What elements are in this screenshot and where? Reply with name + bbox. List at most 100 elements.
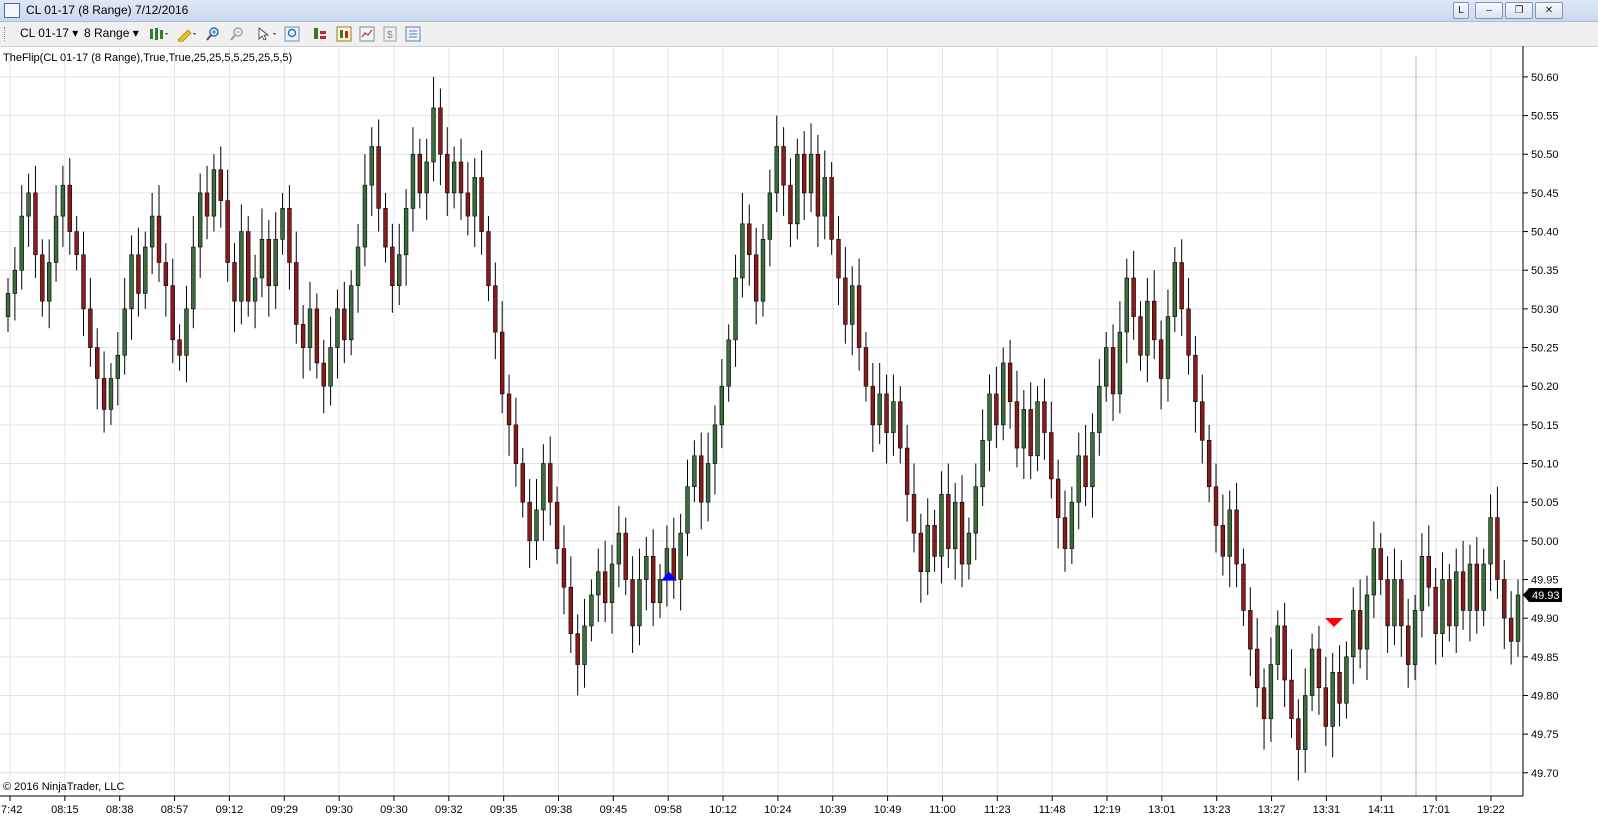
properties-icon[interactable] [405, 26, 421, 42]
candle [26, 173, 31, 248]
y-tick-label: 50.35 [1531, 265, 1559, 277]
candle-body-down [342, 308, 347, 341]
candle [637, 548, 642, 646]
candle-body-down [561, 548, 567, 588]
close-button[interactable]: ✕ [1535, 2, 1563, 19]
chart-style-icon[interactable] [148, 26, 168, 42]
candle [987, 374, 992, 472]
candle-body-up [472, 177, 477, 217]
candle-body-down [1399, 579, 1404, 627]
order-entry-icon[interactable] [312, 26, 328, 42]
candle-body-up [115, 354, 121, 379]
candle-body-up [12, 269, 18, 294]
price-chart[interactable]: 50.60 50.55 50.50 50.45 50.40 50.35 50.30 50.25… [0, 46, 1598, 832]
candle [355, 223, 361, 313]
link-button[interactable]: L [1453, 2, 1469, 19]
candle-body-up [211, 169, 217, 217]
candle-body-down [300, 324, 306, 348]
period-label: 8 Range [84, 26, 130, 40]
candle [726, 324, 731, 402]
candle [753, 227, 759, 325]
candle-body-up [925, 525, 930, 573]
y-tick-label: 50.55 [1531, 111, 1559, 123]
candle-body-up [1481, 563, 1486, 611]
x-tick-label: 09:29 [270, 804, 298, 816]
candle-body-up [53, 215, 59, 263]
candle-body-down [95, 347, 100, 379]
x-tick-label: 10:49 [874, 804, 902, 816]
candle-body-down [1213, 486, 1219, 526]
candle [527, 478, 532, 568]
magnifier-icon[interactable] [284, 26, 300, 42]
candle-body-up [952, 501, 958, 549]
candle-body-up [637, 579, 642, 627]
pointer-icon[interactable] [256, 26, 276, 42]
candle-body-down [1426, 556, 1431, 588]
candle [177, 324, 182, 371]
drawing-pencil-icon[interactable] [176, 26, 196, 44]
zoom-out-icon[interactable] [229, 26, 245, 42]
candle-body-up [1001, 362, 1006, 426]
candle-body-up [149, 215, 155, 248]
candle [417, 138, 423, 209]
candle-body-up [726, 339, 731, 387]
chart-window-icon [4, 3, 20, 18]
indicators-icon[interactable] [359, 26, 375, 42]
y-tick-label: 50.60 [1531, 72, 1559, 84]
candle [273, 212, 278, 309]
candle-body-up [369, 146, 374, 186]
candle [1467, 544, 1473, 642]
candle [211, 154, 217, 232]
candle [1399, 560, 1404, 657]
candle [1268, 637, 1274, 742]
candle [1275, 610, 1280, 681]
candle [369, 127, 374, 217]
candle-body-down [815, 153, 821, 217]
x-tick-label: 11:00 [929, 804, 956, 816]
candle [582, 598, 587, 688]
candle-body-down [870, 385, 876, 426]
candle [589, 579, 594, 642]
candle-body-up [424, 161, 429, 194]
zoom-in-icon[interactable] [205, 26, 221, 42]
x-tick-label: 13:23 [1203, 804, 1231, 816]
candle-body-up [431, 107, 436, 163]
instrument-selector[interactable]: CL 01-17 ▾ [20, 26, 78, 40]
y-tick-label: 50.30 [1531, 304, 1559, 316]
candle-body-up [692, 455, 697, 488]
x-tick-label: 11:23 [984, 804, 1011, 816]
minimize-button[interactable]: – [1475, 2, 1503, 19]
candle-body-down [1007, 362, 1013, 402]
candle [5, 277, 11, 333]
y-tick-label: 49.95 [1531, 575, 1559, 587]
candle-body-up [259, 238, 265, 279]
candle-body-down [1028, 409, 1033, 457]
candle [1323, 656, 1329, 746]
candle [424, 138, 429, 220]
candle-body-down [898, 401, 903, 449]
candle [383, 192, 388, 263]
candle [781, 127, 786, 217]
candle-body-down [1055, 478, 1061, 518]
candle [1220, 494, 1226, 576]
x-tick-label: 09:45 [600, 804, 628, 816]
strategies-icon[interactable]: $ [382, 26, 398, 42]
candle [1419, 533, 1425, 638]
data-box-icon[interactable] [336, 26, 352, 42]
candle-body-down [88, 308, 93, 348]
candle-body-down [81, 254, 86, 310]
x-tick-label: 13:31 [1313, 804, 1341, 816]
candle-body-down [1460, 571, 1466, 611]
candle-body-up [582, 625, 587, 665]
candle [403, 189, 409, 286]
restore-button[interactable]: ❐ [1505, 2, 1533, 19]
candle-body-down [1502, 579, 1507, 619]
candle [801, 131, 807, 220]
period-selector[interactable]: 8 Range ▾ [84, 26, 139, 40]
candle [1158, 320, 1164, 410]
y-tick-label: 50.50 [1531, 149, 1559, 161]
candle-body-down [1495, 517, 1500, 580]
candle-body-down [376, 146, 381, 209]
candle-body-down [911, 494, 917, 534]
candle [1001, 347, 1006, 441]
